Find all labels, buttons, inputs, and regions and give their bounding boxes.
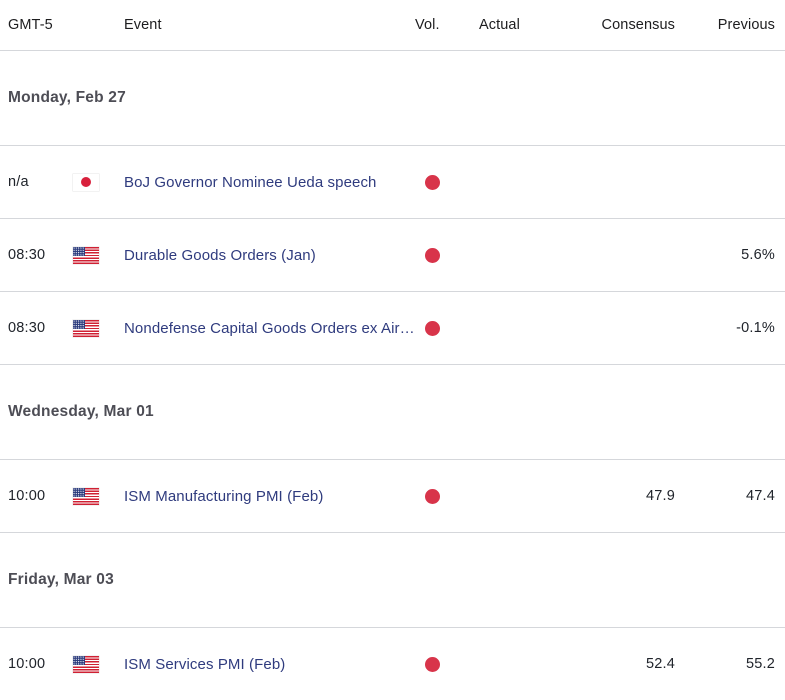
date-group-label: Friday, Mar 03 (8, 571, 114, 588)
column-header-volatility: Vol. (415, 17, 440, 33)
event-name-link[interactable]: Durable Goods Orders (Jan) (124, 247, 415, 264)
column-header-previous: Previous (717, 17, 775, 33)
date-group-label: Wednesday, Mar 01 (8, 403, 154, 420)
country-flag-cell (62, 319, 110, 337)
volatility-high-dot (425, 656, 440, 672)
event-time: 08:30 (0, 319, 62, 337)
event-row[interactable]: 10:00 ISM Services PMI (Feb) 52.4 55.2 (0, 628, 785, 700)
volatility-high-dot (425, 320, 440, 336)
event-time: n/a (0, 173, 62, 191)
volatility-cell (415, 174, 475, 190)
country-flag-cell (62, 246, 110, 264)
flag-united-states-icon (73, 319, 99, 337)
flag-united-states-icon (73, 246, 99, 264)
calendar-body: Monday, Feb 27 n/a BoJ Governor Nominee Ue… (0, 51, 785, 700)
event-name-cell: ISM Services PMI (Feb) (110, 656, 415, 673)
volatility-cell (415, 656, 475, 672)
flag-united-states-icon (73, 487, 99, 505)
column-header-actual: Actual (479, 17, 520, 33)
flag-united-states-icon (73, 655, 99, 673)
date-group-header: Friday, Mar 03 (0, 533, 785, 628)
event-row[interactable]: 08:30 Durable Goods Orders (Jan) 5.6% (0, 219, 785, 292)
event-time: 08:30 (0, 246, 62, 264)
volatility-cell (415, 488, 475, 504)
calendar-header-row: GMT-5 Event Vol. Actual Consensus Previo… (0, 0, 785, 51)
column-header-consensus: Consensus (601, 17, 675, 33)
event-name-link[interactable]: Nondefense Capital Goods Orders ex Aircr… (124, 320, 415, 337)
event-time-text: 08:30 (8, 320, 46, 336)
event-name-cell: Durable Goods Orders (Jan) (110, 247, 415, 264)
event-name-link[interactable]: ISM Services PMI (Feb) (124, 656, 415, 673)
previous-value: 47.4 (745, 488, 775, 504)
event-name-cell: ISM Manufacturing PMI (Feb) (110, 488, 415, 505)
previous-value: 5.6% (741, 247, 775, 263)
event-name-link[interactable]: ISM Manufacturing PMI (Feb) (124, 488, 415, 505)
consensus-value: 52.4 (645, 656, 675, 672)
event-row[interactable]: n/a BoJ Governor Nominee Ueda speech (0, 146, 785, 219)
event-time: 10:00 (0, 487, 62, 505)
country-flag-cell (62, 655, 110, 673)
volatility-cell (415, 247, 475, 263)
country-flag-cell (62, 173, 110, 191)
event-time: 10:00 (0, 655, 62, 673)
consensus-value: 47.9 (645, 488, 675, 504)
flag-japan-icon (73, 173, 99, 191)
event-time-text: 08:30 (8, 247, 46, 263)
event-time-text: 10:00 (8, 488, 46, 504)
economic-calendar: GMT-5 Event Vol. Actual Consensus Previo… (0, 0, 785, 681)
date-group-label: Monday, Feb 27 (8, 89, 126, 106)
event-time-text: n/a (8, 174, 29, 190)
previous-value: -0.1% (736, 320, 775, 336)
event-time-text: 10:00 (8, 656, 46, 672)
volatility-high-dot (425, 174, 440, 190)
event-name-link[interactable]: BoJ Governor Nominee Ueda speech (124, 174, 415, 191)
column-header-timezone: GMT-5 (8, 17, 53, 33)
event-row[interactable]: 08:30 Nondefense Capital Goods Orders ex … (0, 292, 785, 365)
date-group-header: Wednesday, Mar 01 (0, 365, 785, 460)
event-name-cell: Nondefense Capital Goods Orders ex Aircr… (110, 320, 415, 337)
volatility-high-dot (425, 488, 440, 504)
country-flag-cell (62, 487, 110, 505)
volatility-cell (415, 320, 475, 336)
date-group-header: Monday, Feb 27 (0, 51, 785, 146)
column-header-event: Event (124, 17, 162, 33)
event-name-cell: BoJ Governor Nominee Ueda speech (110, 174, 415, 191)
previous-value: 55.2 (745, 656, 775, 672)
volatility-high-dot (425, 247, 440, 263)
event-row[interactable]: 10:00 ISM Manufacturing PMI (Feb) 47.9 47.4 (0, 460, 785, 533)
